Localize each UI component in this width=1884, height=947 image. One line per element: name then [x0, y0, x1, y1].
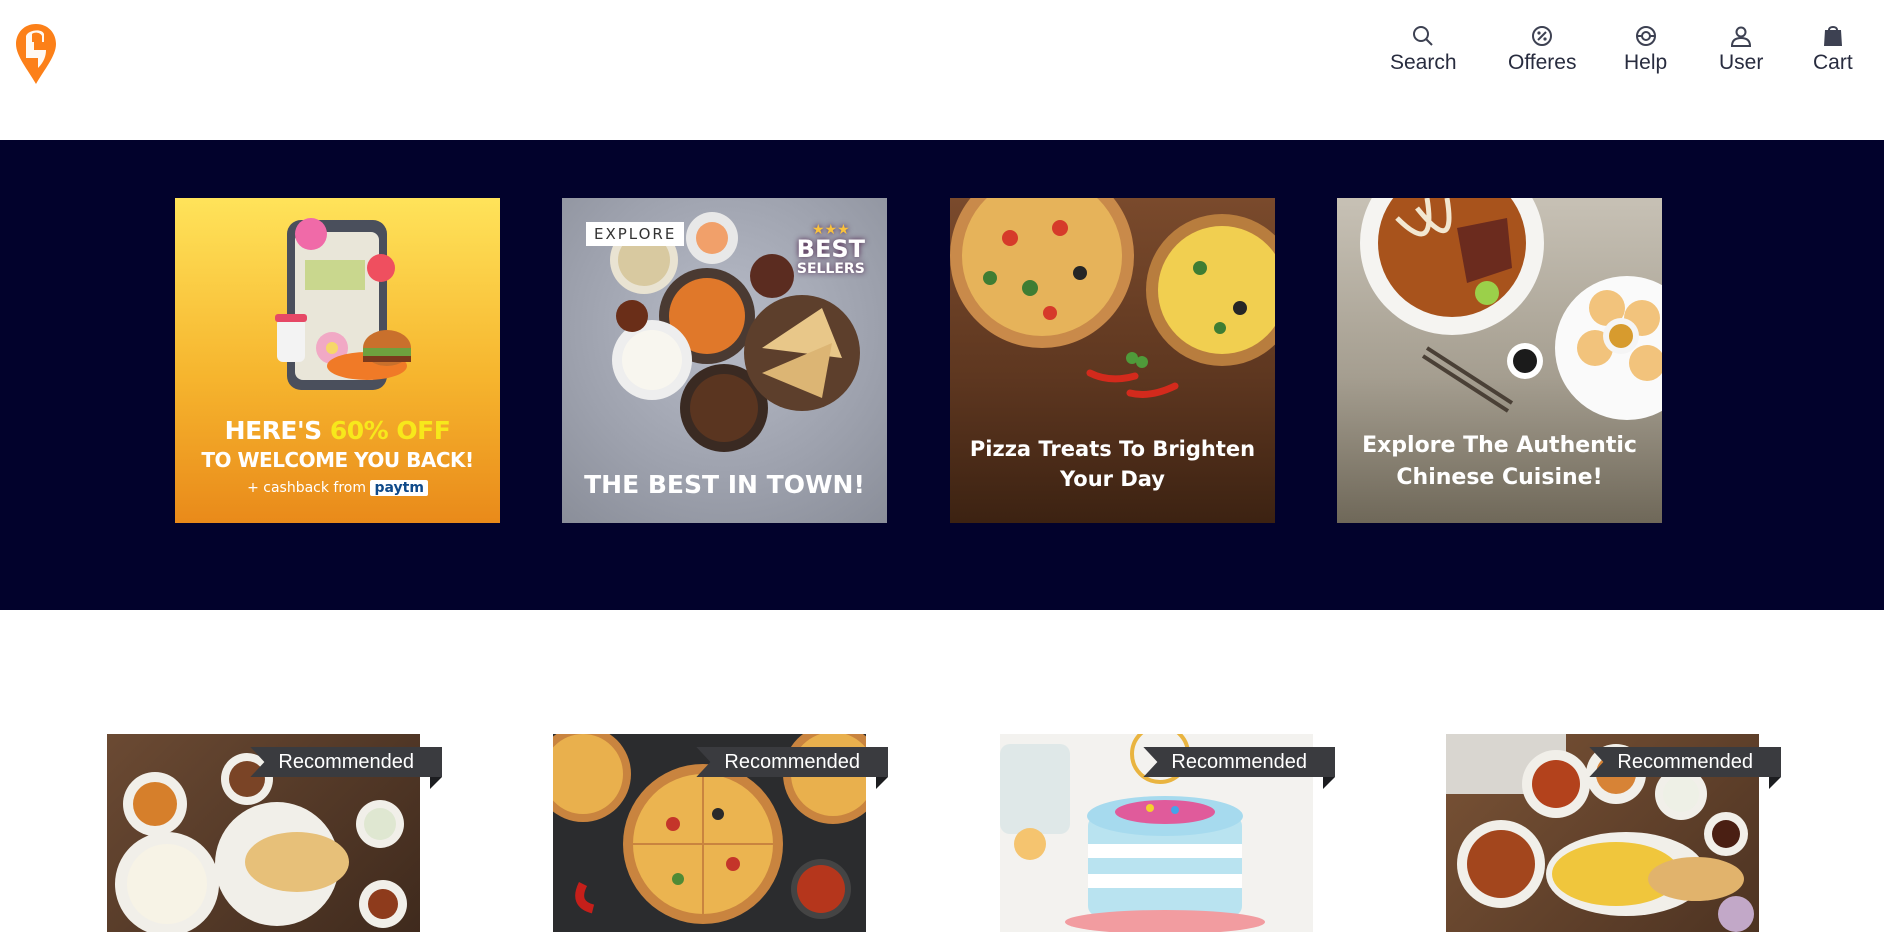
recommended-ribbon: Recommended	[1589, 747, 1781, 777]
best-sellers-badge: ★★★ BEST SELLERS	[796, 222, 865, 277]
explore-tag: EXPLORE	[586, 222, 685, 246]
paytm-logo: paytm	[370, 480, 428, 496]
recommended-ribbon: Recommended	[696, 747, 888, 777]
promo-4-caption: Explore The Authentic Chinese Cuisine!	[1362, 433, 1637, 490]
recommended-card-3[interactable]: Recommended	[1000, 734, 1335, 932]
promo-1-line3: + cashback from paytm	[175, 480, 500, 496]
promo-1-line2: TO WELCOME YOU BACK!	[201, 448, 474, 472]
nav-user-label: User	[1719, 51, 1764, 74]
ribbon-fold	[876, 777, 888, 789]
promo-welcome-back[interactable]: HERE'S 60% OFF TO WELCOME YOU BACK! + ca…	[175, 198, 500, 523]
cart-icon	[1823, 26, 1842, 46]
offers-banner: HERE'S 60% OFF TO WELCOME YOU BACK! + ca…	[0, 140, 1884, 610]
nav-help[interactable]: Help	[1624, 24, 1667, 75]
ribbon-fold	[1323, 777, 1335, 789]
recommended-card-1[interactable]: Recommended	[107, 734, 442, 932]
header: Search Offeres Help User Cart	[0, 0, 1884, 140]
promo-pizza[interactable]: Pizza Treats To Brighten Your Day	[950, 198, 1275, 523]
recommended-card-4[interactable]: Recommended	[1446, 734, 1781, 932]
ribbon-fold	[430, 777, 442, 789]
search-icon	[1413, 26, 1433, 46]
ribbon-fold	[1769, 777, 1781, 789]
user-icon	[1731, 26, 1752, 47]
offer-icon	[1532, 26, 1553, 46]
nav-help-label: Help	[1624, 51, 1668, 74]
promo-chinese[interactable]: Explore The Authentic Chinese Cuisine!	[1337, 198, 1662, 523]
promo-2-caption: THE BEST IN TOWN!	[584, 470, 865, 499]
phone-food-illustration	[275, 218, 411, 390]
recommended-card-2[interactable]: Recommended	[553, 734, 888, 932]
nav-cart-label: Cart	[1813, 51, 1853, 74]
nav-search[interactable]: Search	[1390, 24, 1457, 75]
nav-user[interactable]: User	[1719, 24, 1763, 75]
help-icon	[1635, 26, 1656, 46]
recommended-ribbon: Recommended	[250, 747, 442, 777]
nav-cart[interactable]: Cart	[1813, 24, 1853, 75]
recommended-ribbon: Recommended	[1143, 747, 1335, 777]
nav-offers-label: Offeres	[1508, 51, 1577, 74]
promo-1-line1: HERE'S 60% OFF	[224, 416, 451, 445]
swiggy-logo-icon[interactable]	[14, 22, 58, 86]
nav-offers[interactable]: Offeres	[1508, 24, 1576, 75]
promo-3-caption: Pizza Treats To Brighten Your Day	[969, 437, 1256, 491]
promo-best-sellers[interactable]: EXPLORE ★★★ BEST SELLERS THE BEST IN TOW…	[562, 198, 887, 523]
nav-search-label: Search	[1390, 51, 1457, 74]
